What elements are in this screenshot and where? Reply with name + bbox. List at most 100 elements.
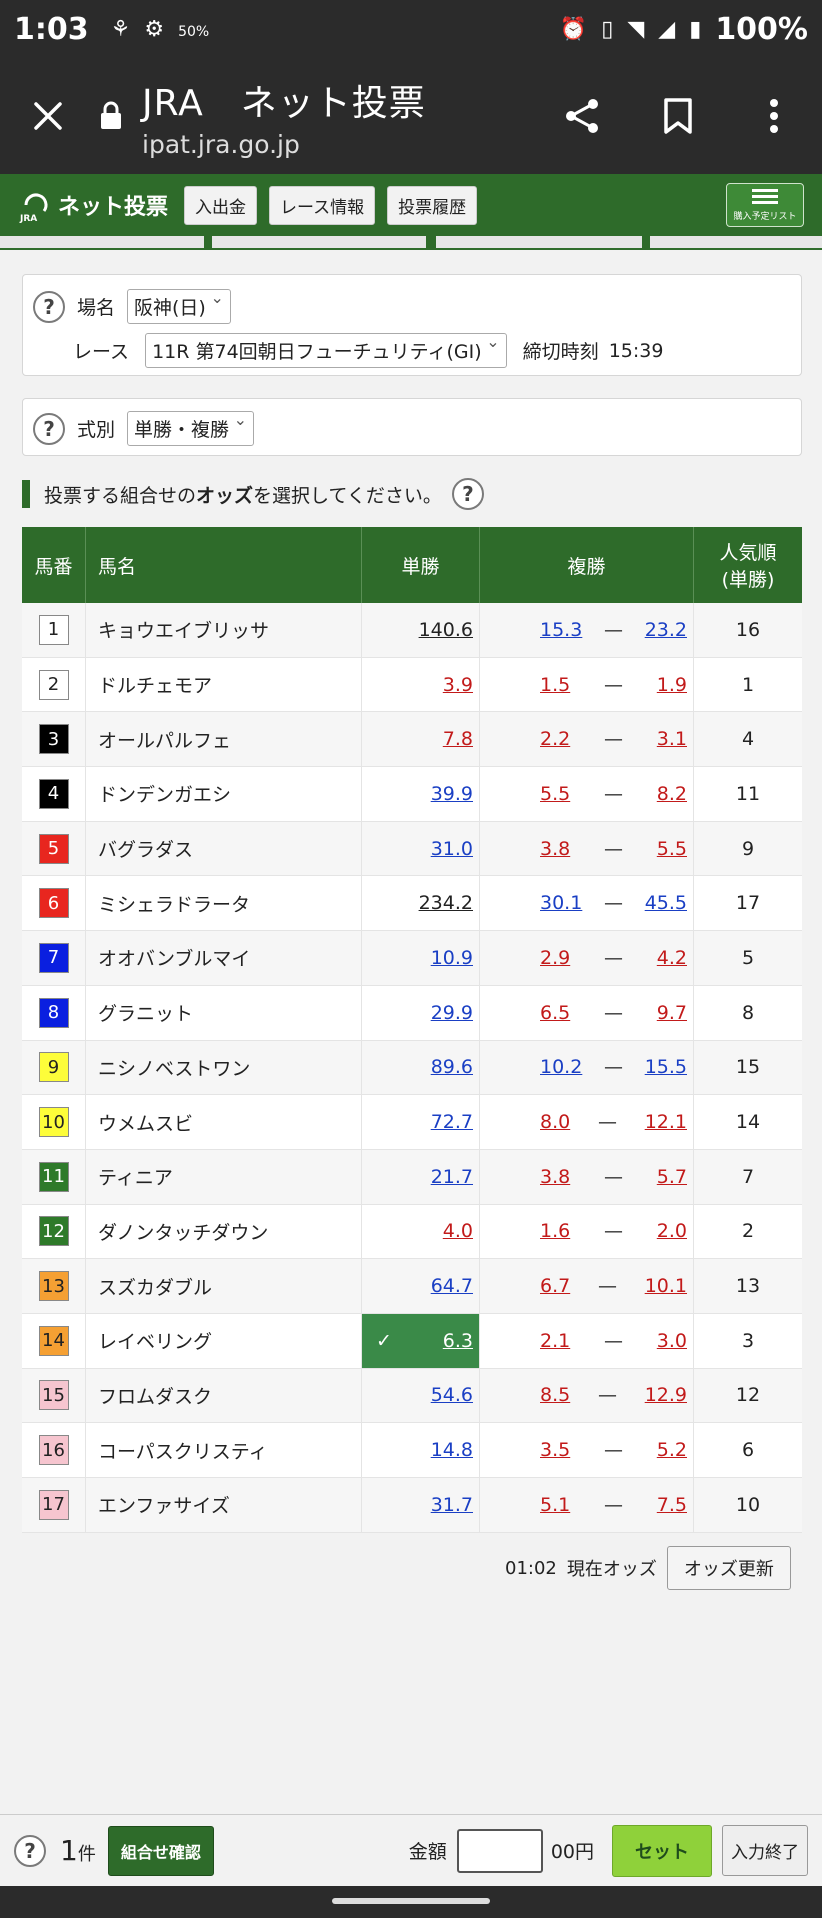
horse-name: ウメムスビ bbox=[86, 1095, 362, 1149]
horse-name: エンファサイズ bbox=[86, 1478, 362, 1532]
page-title-block[interactable]: JRA ネット投票 ipat.jra.go.jp bbox=[142, 74, 426, 159]
place-odds-separator: — bbox=[604, 946, 623, 969]
place-odds-cell[interactable]: 1.5 — 1.9 bbox=[480, 657, 694, 712]
odds-time: 01:02 bbox=[505, 1557, 557, 1579]
confirm-combination-button[interactable]: 組合せ確認 bbox=[107, 1825, 214, 1876]
place-odds-cell[interactable]: 3.8 — 5.5 bbox=[480, 821, 694, 876]
page-title: JRA ネット投票 bbox=[142, 82, 426, 124]
win-odds-cell[interactable]: 31.0 bbox=[362, 821, 480, 876]
odds-table: 馬番 馬名 単勝 複勝 人気順 (単勝) 1 キョウエイブリッサ 140.6 1… bbox=[22, 527, 802, 1533]
win-odds: 31.0 bbox=[430, 837, 473, 860]
table-row: 7 オオバンブルマイ 10.9 2.9 — 4.2 5 bbox=[22, 931, 802, 986]
check-icon: ✓ bbox=[376, 1329, 392, 1352]
place-odds-low: 3.8 bbox=[540, 837, 571, 860]
place-odds-cell[interactable]: 3.5 — 5.2 bbox=[480, 1423, 694, 1477]
place-odds-cell[interactable]: 10.2 — 15.5 bbox=[480, 1040, 694, 1095]
place-odds-cell[interactable]: 2.2 — 3.1 bbox=[480, 712, 694, 767]
place-odds-cell[interactable]: 5.1 — 7.5 bbox=[480, 1478, 694, 1532]
popularity: 11 bbox=[735, 782, 761, 805]
place-odds-cell[interactable]: 15.3 — 23.2 bbox=[480, 603, 694, 657]
clock: 1:03 bbox=[14, 11, 89, 47]
finish-input-button[interactable]: 入力終了 bbox=[722, 1825, 808, 1876]
purchase-list-button[interactable]: 購入予定リスト bbox=[726, 183, 804, 227]
place-odds-cell[interactable]: 2.1 — 3.0 bbox=[480, 1313, 694, 1368]
win-odds-cell[interactable]: 4.0 bbox=[362, 1204, 480, 1259]
place-odds-cell[interactable]: 5.5 — 8.2 bbox=[480, 767, 694, 821]
popularity: 3 bbox=[741, 1329, 755, 1352]
win-odds-cell[interactable]: 64.7 bbox=[362, 1259, 480, 1313]
home-gesture-bar[interactable] bbox=[332, 1898, 490, 1904]
win-odds-cell[interactable]: 140.6 bbox=[362, 603, 480, 657]
horse-number: 14 bbox=[38, 1325, 69, 1356]
win-odds-cell[interactable]: 21.7 bbox=[362, 1149, 480, 1204]
venue-select[interactable]: 阪神(日) bbox=[127, 288, 231, 324]
signal-icon: ◢ bbox=[658, 16, 676, 42]
help-icon[interactable]: ? bbox=[14, 1834, 46, 1867]
help-icon[interactable]: ? bbox=[33, 412, 65, 445]
place-odds-high: 23.2 bbox=[644, 618, 687, 641]
win-odds-cell[interactable]: 3.9 bbox=[362, 657, 480, 712]
win-odds-cell[interactable]: 29.9 bbox=[362, 985, 480, 1040]
race-info-button[interactable]: レース情報 bbox=[269, 185, 376, 225]
place-odds-cell[interactable]: 8.0 — 12.1 bbox=[480, 1095, 694, 1149]
amount-label: 金額 bbox=[408, 1841, 447, 1863]
place-odds-cell[interactable]: 8.5 — 12.9 bbox=[480, 1368, 694, 1423]
popularity: 5 bbox=[741, 946, 755, 969]
horse-name: キョウエイブリッサ bbox=[86, 603, 362, 657]
jra-nav: JRA ネット投票 入出金 レース情報 投票履歴 購入予定リスト bbox=[0, 174, 822, 236]
horse-number: 13 bbox=[38, 1271, 69, 1302]
help-icon[interactable]: ? bbox=[451, 478, 484, 510]
horse-number-cell: 1 bbox=[22, 603, 86, 657]
place-odds-separator: — bbox=[604, 673, 623, 696]
place-odds-cell[interactable]: 30.1 — 45.5 bbox=[480, 876, 694, 931]
bookmark-icon[interactable] bbox=[630, 58, 726, 174]
bet-type-select[interactable]: 単勝・複勝 bbox=[127, 410, 255, 446]
win-odds-cell[interactable]: 31.7 bbox=[362, 1478, 480, 1532]
place-odds-low: 8.5 bbox=[540, 1384, 571, 1407]
place-odds-separator: — bbox=[597, 1111, 617, 1134]
horse-number: 8 bbox=[38, 997, 69, 1028]
horse-number: 15 bbox=[38, 1380, 69, 1411]
share-icon[interactable] bbox=[534, 58, 630, 174]
popularity: 4 bbox=[741, 728, 755, 751]
horse-number-cell: 12 bbox=[22, 1204, 86, 1259]
win-odds-cell[interactable]: 14.8 bbox=[362, 1423, 480, 1477]
place-odds-separator: — bbox=[597, 1275, 617, 1298]
deposit-button[interactable]: 入出金 bbox=[184, 185, 258, 225]
place-odds-cell[interactable]: 1.6 — 2.0 bbox=[480, 1204, 694, 1259]
header-num: 馬番 bbox=[22, 527, 86, 603]
place-odds-cell[interactable]: 3.8 — 5.7 bbox=[480, 1149, 694, 1204]
set-button[interactable]: セット bbox=[612, 1824, 712, 1877]
win-odds-cell[interactable]: 72.7 bbox=[362, 1095, 480, 1149]
win-odds-cell[interactable]: 234.2 bbox=[362, 876, 480, 931]
help-icon[interactable]: ? bbox=[33, 290, 65, 323]
win-odds: 234.2 bbox=[418, 892, 473, 915]
win-odds-cell[interactable]: 39.9 bbox=[362, 767, 480, 821]
win-odds-cell-selected[interactable]: ✓ 6.3 bbox=[362, 1313, 480, 1368]
history-button[interactable]: 投票履歴 bbox=[387, 185, 478, 225]
place-odds-low: 3.8 bbox=[540, 1165, 571, 1188]
bet-type-box: ? 式別 単勝・複勝 bbox=[22, 398, 802, 456]
place-odds-cell[interactable]: 2.9 — 4.2 bbox=[480, 931, 694, 985]
amount-input[interactable] bbox=[456, 1828, 543, 1873]
race-select[interactable]: 11R 第74回朝日フューチュリティ(GⅠ) bbox=[145, 332, 507, 368]
win-odds-cell[interactable]: 7.8 bbox=[362, 712, 480, 767]
win-odds: 21.7 bbox=[430, 1165, 473, 1188]
win-odds-cell[interactable]: 54.6 bbox=[362, 1368, 480, 1423]
more-menu-icon[interactable] bbox=[726, 58, 822, 174]
horse-name: ティニア bbox=[86, 1149, 362, 1204]
place-odds-cell[interactable]: 6.7 — 10.1 bbox=[480, 1259, 694, 1313]
place-odds-cell[interactable]: 6.5 — 9.7 bbox=[480, 985, 694, 1040]
data-saver-icon: 50% bbox=[178, 17, 209, 42]
place-odds-low: 15.3 bbox=[540, 618, 583, 641]
odds-refresh-button[interactable]: オッズ更新 bbox=[666, 1546, 791, 1590]
jra-logo[interactable]: JRA ネット投票 bbox=[18, 187, 168, 224]
place-odds-low: 1.6 bbox=[540, 1220, 571, 1243]
place-odds-separator: — bbox=[604, 892, 623, 915]
close-icon[interactable] bbox=[0, 58, 96, 174]
place-odds-low: 10.2 bbox=[540, 1056, 583, 1079]
popularity: 17 bbox=[735, 892, 761, 915]
win-odds-cell[interactable]: 10.9 bbox=[362, 931, 480, 985]
win-odds-cell[interactable]: 89.6 bbox=[362, 1040, 480, 1095]
popularity: 8 bbox=[741, 1001, 755, 1024]
